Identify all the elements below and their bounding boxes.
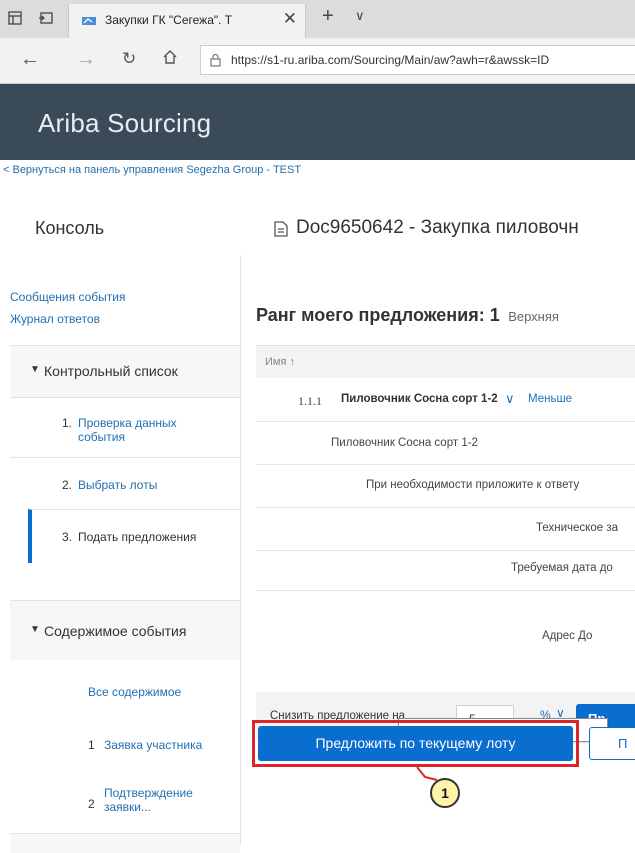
callout-number-badge: 1 [430,778,460,808]
callout-pointer [416,766,438,781]
